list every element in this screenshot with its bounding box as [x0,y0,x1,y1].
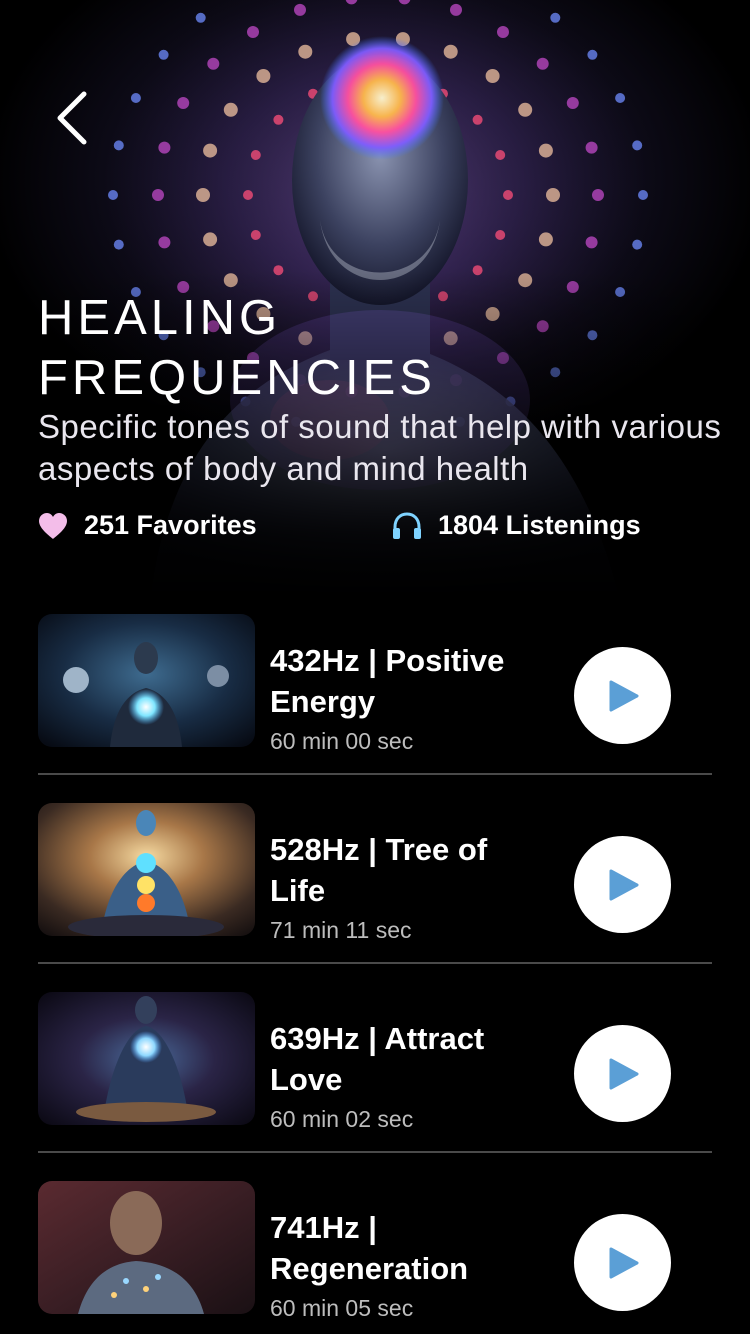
mandala-dot [518,102,533,117]
mandala-dot [638,190,648,200]
mandala-dot [550,12,561,23]
mandala-dot [632,140,643,151]
mandala-dot [538,143,553,158]
mandala-dot [195,12,206,23]
mandala-dot [177,97,190,109]
play-button[interactable] [574,1025,671,1122]
play-button[interactable] [574,1214,671,1311]
track-duration: 60 min 05 sec [270,1295,414,1321]
page-title: HEALING FREQUENCIES [38,288,718,408]
track-item[interactable]: 528Hz | Tree of Life 71 min 11 sec [38,803,712,992]
track-duration: 60 min 02 sec [270,1106,414,1132]
mandala-dot [207,57,220,70]
mandala-dot [536,57,549,70]
track-duration: 71 min 11 sec [270,917,412,943]
track-title: 528Hz | Tree of Life [270,832,488,908]
mandala-dot [223,102,238,117]
mandala-dot [247,26,259,38]
mandala-dot [495,150,506,160]
page-subtitle: Specific tones of sound that help with v… [38,408,722,487]
title-line-2: FREQUENCIES [38,351,436,405]
mandala-dot [443,44,458,59]
back-button[interactable] [48,88,96,148]
mandala-dot [113,239,124,250]
listenings-count: 1804 Listenings [438,510,641,540]
mandala-dot [592,189,604,201]
mandala-dot [108,190,118,200]
mandala-dot [587,49,598,60]
mandala-dot [585,236,598,249]
play-button[interactable] [574,647,671,744]
mandala-dot [158,49,169,60]
divider [38,962,712,964]
play-icon [609,1058,638,1089]
track-item[interactable]: 741Hz | Regeneration 60 min 05 sec [38,1181,712,1334]
mandala-dot [495,230,506,240]
track-thumbnail [38,1181,255,1314]
mandala-dot [538,232,553,247]
mandala-dot [250,150,261,160]
headphones-icon [393,511,421,539]
mandala-dot [256,69,271,83]
mandala-dot [472,114,483,125]
chevron-left-icon [57,91,87,145]
play-button[interactable] [574,836,671,933]
divider [38,773,712,775]
mandala-dot [585,141,598,154]
track-item[interactable]: 639Hz | Attract Love 60 min 02 sec [38,992,712,1181]
mandala-dot [158,141,171,154]
mandala-dot [294,3,306,16]
listenings-stat: 1804 Listenings [392,510,641,541]
track-list: 432Hz | Positive Energy 60 min 00 sec 52… [38,614,712,1334]
mandala-dot [113,140,124,151]
track-item[interactable]: 432Hz | Positive Energy 60 min 00 sec [38,614,712,803]
title-line-1: HEALING [38,291,282,345]
mandala-dot [130,93,141,103]
track-thumbnail [38,803,255,936]
mandala-dot [632,239,643,250]
mandala-dot [152,189,164,201]
play-icon [609,680,638,711]
mandala-dot [158,236,171,249]
favorites-stat[interactable]: 251 Favorites [38,510,257,541]
mandala-dot [497,26,509,38]
track-title: 432Hz | Positive Energy [270,643,505,719]
mandala-dot [566,97,579,109]
mandala-dot [546,188,560,202]
track-thumbnail [38,614,255,747]
track-duration: 60 min 00 sec [270,728,414,754]
track-thumbnail [38,992,255,1125]
divider [38,1151,712,1153]
mandala-dot [450,3,462,16]
mandala-dot [196,188,210,202]
mandala-dot [615,93,626,103]
heart-icon [39,512,67,539]
stats-row: 251 Favorites 1804 Listenings [38,510,718,554]
play-icon [609,869,638,900]
track-title: 741Hz | Regeneration [270,1210,469,1286]
mandala-dot [203,143,218,158]
mandala-dot [485,69,500,83]
mandala-dot [503,190,513,200]
favorites-count: 251 Favorites [84,510,257,540]
mandala-dot [298,44,313,59]
mandala-dot [203,232,218,247]
play-icon [609,1247,638,1278]
mandala-dot [243,190,253,200]
mandala-dot [250,230,261,240]
track-title: 639Hz | Attract Love [270,1021,485,1097]
mandala-dot [273,114,284,125]
